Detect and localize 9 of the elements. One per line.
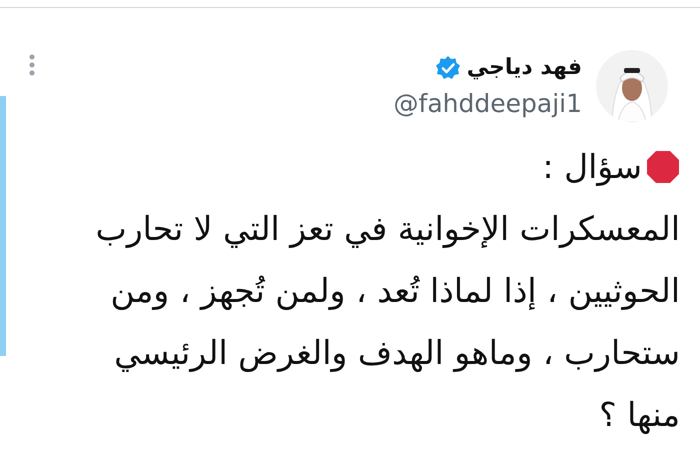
more-menu-icon[interactable] <box>28 54 36 76</box>
tweet-text-line: منها ؟ <box>599 394 680 436</box>
tweet-text-line: الحوثيين ، إذا لماذا تُعد ، ولمن تُجهز ، ومن <box>110 270 680 312</box>
author-handle[interactable]: @fahddeepaji1 <box>394 88 582 118</box>
tweet-text-line: ستحارب ، وماهو الهدف والغرض الرئيسي <box>114 332 680 374</box>
tweet-heading: سؤال : <box>542 146 642 188</box>
tweet-text-line: المعسكرات الإخوانية في تعز التي لا تحارب <box>96 208 680 250</box>
stop-sign-icon <box>646 150 680 184</box>
author-name[interactable]: فهد دياجي <box>466 55 582 80</box>
